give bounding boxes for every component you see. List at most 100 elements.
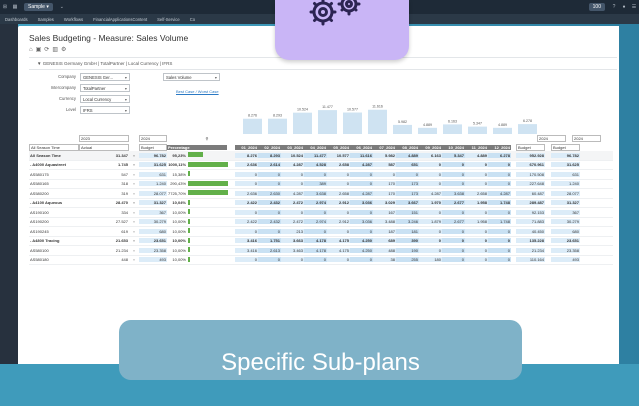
search-icon[interactable]: ⚲ [167, 136, 247, 141]
month-value: 2.422 [235, 200, 258, 206]
month-value: 0 [488, 171, 511, 177]
month-value: 10.524 [281, 152, 304, 158]
actual-value: 28.470 [115, 200, 128, 206]
month-header: 04_2024 [304, 144, 327, 150]
month-value: 0 [442, 162, 465, 168]
month-value: 2.422 [235, 219, 258, 225]
help-icon[interactable]: ? [609, 4, 619, 10]
row-action-icon[interactable]: » [129, 200, 139, 205]
year-select[interactable]: 2024 [139, 134, 167, 142]
month-value: 1.958 [465, 200, 488, 206]
table-row[interactable]: All Season Time 31.347» 96.782 95,23% 8.276 8… [29, 151, 613, 161]
save-icon[interactable]: ▣ [36, 47, 45, 53]
version-select[interactable]: Budget [516, 143, 545, 151]
month-value: 1.970 [419, 200, 442, 206]
month-value: 4.175 [327, 247, 350, 253]
version-select[interactable]: Budget [139, 143, 167, 151]
tab[interactable]: Samples [38, 17, 54, 22]
row-label: AS190200 [30, 219, 49, 225]
budget-total-value: 96.782 [551, 152, 580, 158]
month-value: 0 [419, 171, 442, 177]
year-select[interactable]: 2023 [79, 134, 129, 142]
row-action-icon[interactable]: » [129, 162, 139, 167]
month-value: 2.614 [258, 162, 281, 168]
month-value: 1.751 [258, 238, 281, 244]
month-value: 4.175 [327, 238, 350, 244]
month-value: 0 [442, 257, 465, 263]
specific-subplans-button[interactable]: Specific Sub-plans [119, 320, 522, 380]
table-row[interactable]: AS190100 334» 367 10,00% 0 0 0 0 0 0 167 151 0 0 0 0 92.… [29, 208, 613, 218]
sparkline [187, 171, 235, 177]
month-value: 181 [396, 228, 419, 234]
row-action-icon[interactable]: » [129, 210, 139, 215]
season-select[interactable]: All Season Time [29, 143, 79, 151]
month-value: 6.163 [419, 152, 442, 158]
chart-value-label: 6.278 [523, 119, 532, 123]
row-action-icon[interactable]: » [129, 257, 139, 262]
tab[interactable]: Dashboards [5, 17, 28, 22]
table-row[interactable]: - A4100 Aqueous 28.470» 31.327 10,04% 2.422 2… [29, 199, 613, 208]
row-action-icon[interactable]: » [129, 172, 139, 177]
tab[interactable]: FinancialApplicationsContent [93, 17, 147, 22]
month-header: 12_2024 [488, 144, 511, 150]
measure-select[interactable]: Sales Volume [163, 73, 220, 82]
table-row[interactable]: AS580175 547» 631 15,38% 0 0 0 0 0 0 0 0 0 0 0 0 170.508… [29, 170, 613, 180]
year-select[interactable]: 2024 [537, 134, 566, 142]
table-row[interactable]: AS190200 27.527» 30.279 10,00% 2.422 2.432 2.4… [29, 218, 613, 227]
budget-value: 23.651 [139, 238, 167, 244]
grid-icon[interactable]: ▦ [10, 4, 20, 10]
month-value: 0 [281, 257, 304, 263]
home-icon[interactable]: ⌂ [29, 47, 36, 53]
actual-value: 448 [121, 257, 128, 263]
menu-icon[interactable]: ☰ [629, 4, 639, 10]
version-select[interactable]: Budget [551, 143, 580, 151]
table-row[interactable]: AS580165 318» 1.240 290,43% 0 0 0 389 0 0 170 173 0 0… [29, 180, 613, 189]
tab[interactable]: Workflows [64, 17, 83, 22]
tab[interactable]: Self-Service [157, 17, 180, 22]
total-value: 21.234 [516, 247, 545, 253]
chart-value-label: 8.293 [273, 114, 282, 118]
month-value: 3.036 [350, 200, 373, 206]
scenario-link[interactable]: Best Case / Worst Case [176, 89, 219, 94]
row-action-icon[interactable]: » [129, 238, 139, 243]
chart-icon[interactable]: ▥ [52, 47, 61, 53]
row-action-icon[interactable]: » [129, 181, 139, 186]
chevron-down-icon[interactable]: ⌄ [57, 4, 67, 10]
level-select[interactable]: IFRS [80, 106, 130, 115]
sparkline [187, 161, 235, 168]
apps-icon[interactable]: ⊞ [0, 4, 10, 10]
table-body: All Season Time 31.347» 96.782 95,23% 8.276 8… [29, 151, 613, 265]
table-row[interactable]: - A4000 Aquastreet 1.745» 31.625 1000,11% 2.… [29, 161, 613, 170]
row-action-icon[interactable]: » [129, 191, 139, 196]
year-select[interactable]: 2024 [572, 134, 601, 142]
month-value: 0 [442, 247, 465, 253]
row-action-icon[interactable]: » [129, 153, 139, 158]
table-header-years: 2023 2024 ⚲ 2024 2024 [29, 134, 613, 142]
tab[interactable]: Co [190, 17, 195, 22]
table-row[interactable]: AS190245 619» 680 10,00% 0 0 213 0 0 0 187 181 0 0 0 0 4… [29, 227, 613, 237]
settings-icon[interactable]: ⚙ [61, 47, 69, 53]
table-row[interactable]: AS580100 21.234» 23.358 10,00% 3.416 2.613 3.4… [29, 246, 613, 256]
company-select[interactable]: GENESIS Ger... [80, 73, 130, 82]
actual-value: 21.234 [115, 247, 128, 253]
month-value: 151 [396, 209, 419, 215]
sparkline-bar [188, 247, 190, 253]
row-action-icon[interactable]: » [129, 219, 139, 224]
month-value: 0 [258, 171, 281, 177]
total-value: 289.487 [516, 200, 545, 206]
table-row[interactable]: - A4800 Tracing 21.653» 23.651 10,00% 3.416 1… [29, 237, 613, 246]
currency-select[interactable]: Local Currency [80, 95, 130, 104]
app-selector[interactable]: Sample ▾ [24, 3, 53, 11]
sparkline [187, 190, 235, 196]
param-label: Intercompany [50, 85, 76, 90]
row-action-icon[interactable]: » [129, 229, 139, 234]
user-icon[interactable]: ● [619, 4, 629, 10]
version-select[interactable]: Actual [79, 143, 129, 151]
row-action-icon[interactable]: » [129, 248, 139, 253]
month-value: 0 [488, 257, 511, 263]
intercompany-select[interactable]: TotalPartner [80, 84, 130, 93]
budget-value: 28.077 [139, 190, 167, 196]
table-row[interactable]: AS580200 319» 28.077 7725,70% 2.636 2.630 4.28… [29, 189, 613, 199]
table-row[interactable]: AS580180 448» 493 10,00% 0 0 0 0 0 0 38 255 180 0 0 0 11… [29, 256, 613, 265]
chart-value-label: 4.889 [498, 123, 507, 127]
